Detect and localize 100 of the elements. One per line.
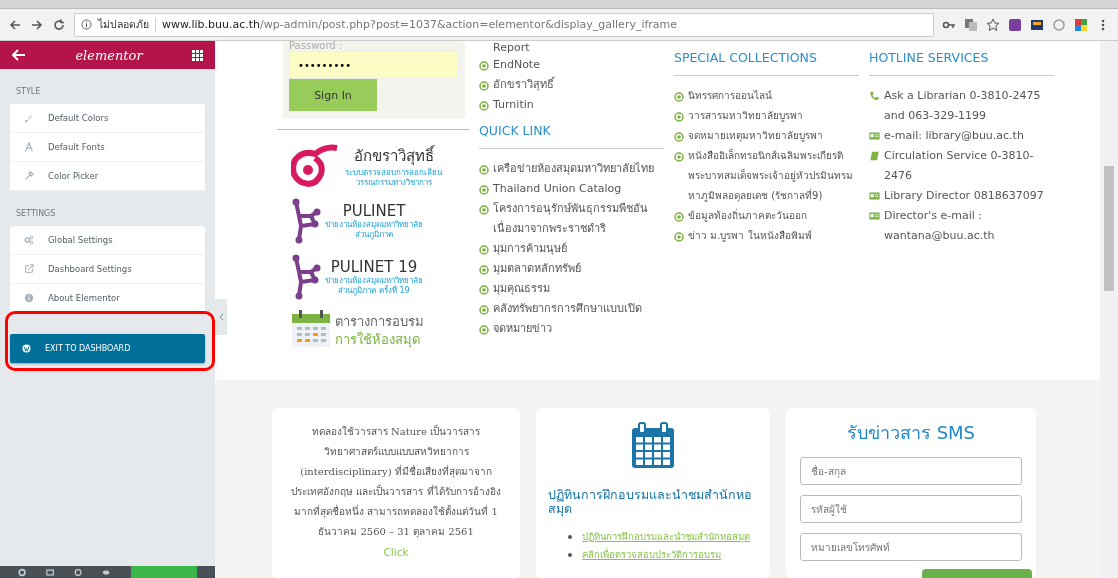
logo-subtitle: ข่ายงานห้องสมุดมหาวิทยาลัย <box>325 220 423 230</box>
circle-bullet-icon <box>479 265 489 275</box>
logo-subtitle: ข่ายงานห้องสมุดมหาวิทยาลัย <box>325 276 423 285</box>
list-link[interactable]: Turnitin <box>493 95 534 115</box>
star-icon[interactable] <box>986 17 1000 32</box>
address-bar[interactable]: ไม่ปลอดภัย www.lib.buu.ac.th/wp-admin/post.php?post=1037&action=elementor&display_gallery_iframe <box>74 12 934 37</box>
info-icon <box>81 19 92 30</box>
list-link[interactable]: ข่าว ม.บูรพา ในหนังสือพิมพ์ <box>688 226 812 246</box>
layers-icon[interactable] <box>46 567 55 577</box>
list-link[interactable]: Report <box>479 41 664 55</box>
logo-title[interactable]: อักขราวิสุทธิ์ <box>353 144 434 168</box>
info-icon <box>24 293 34 303</box>
font-icon <box>24 142 34 152</box>
logo-subtitle: ระบบตรวจสอบการลอกเลียน <box>345 168 442 178</box>
list-link[interactable]: วารสารมหาวิทยาลัยบูรพา <box>688 106 803 126</box>
reload-icon[interactable] <box>52 17 66 32</box>
external-link-icon <box>24 264 34 274</box>
list-link[interactable]: หนังสืออิเล็กทรอนิกส์เฉลิมพระเกียรติพระบาทสมเด็จพระเจ้าอยู่หัวปรมินทรมหาภูมิพลอดุลยเดช (รัชกาลที่9) <box>688 146 859 206</box>
menu-item[interactable]: Dashboard Settings <box>10 255 205 284</box>
logo-subtitle: ส่วนภูมิภาค <box>355 230 393 240</box>
brush-icon <box>24 113 34 123</box>
circle-bullet-icon <box>479 305 489 315</box>
list-link[interactable]: เครือข่ายห้องสมุดมหาวิทยาลัยไทย <box>493 159 654 179</box>
gears-icon <box>24 235 34 245</box>
list-link[interactable]: EndNote <box>493 55 540 75</box>
contact-text: Circulation Service 0-3810-2476 <box>884 148 1035 184</box>
url-text: www.lib.buu.ac.th/wp-admin/post.php?post=1037&action=elementor&display_gallery_iframe <box>162 18 678 31</box>
id-card-icon <box>869 191 880 201</box>
menu-item[interactable]: Default Colors <box>10 104 205 133</box>
list-link[interactable]: มุมคุณธรรม <box>493 279 550 299</box>
circle-bullet-icon <box>479 81 489 91</box>
circle-bullet-icon <box>479 245 489 255</box>
list-link[interactable]: อักขราวิสุทธิ์ <box>493 75 554 95</box>
history-icon[interactable] <box>74 567 83 577</box>
logo-title[interactable]: ตารางการอบรม <box>335 310 424 332</box>
circle-bullet-icon <box>674 212 684 222</box>
logo-subtitle: การใช้ห้องสมุด <box>335 331 420 348</box>
password-label: Password : <box>289 41 344 51</box>
circle-bullet-icon <box>674 132 684 142</box>
circle-bullet-icon <box>674 232 684 242</box>
calendar-icon <box>630 422 676 470</box>
collapse-handle[interactable] <box>215 299 227 335</box>
menu-item[interactable]: Color Picker <box>10 162 205 191</box>
wordpress-icon <box>22 344 31 353</box>
list-link[interactable]: มุมการค้ามนุษย์ <box>493 239 567 259</box>
list-link[interactable]: โครงการอนุรักษ์พันธุกรรมพืชอันเนื่องมาจากพระราชดำริ <box>493 199 664 239</box>
extension-icon[interactable] <box>1008 17 1022 32</box>
contact-text: e-mail: library@buu.ac.th <box>884 128 1024 144</box>
network-logo-icon <box>291 254 321 300</box>
list-link[interactable]: คลังทรัพยากรการศึกษาแบบเปิด <box>493 299 642 319</box>
circle-bullet-icon <box>479 165 489 175</box>
input-field[interactable]: รหัสผู้ใช้ <box>800 495 1022 523</box>
back-arrow-icon[interactable] <box>12 49 26 61</box>
logo-title[interactable]: PULINET <box>342 202 406 220</box>
section-heading: HOTLINE SERVICES <box>869 41 1054 76</box>
menu-item[interactable]: Global Settings <box>10 226 205 255</box>
logo-subtitle: วรรณกรรมทางวิชาการ <box>355 178 432 188</box>
translate-icon[interactable] <box>964 17 978 32</box>
chevron-left-icon <box>218 313 224 321</box>
list-link[interactable]: มุมตลาดหลักทรัพย์ <box>493 259 581 279</box>
sign-in-button[interactable]: Sign In <box>289 79 377 111</box>
section-heading: SPECIAL COLLECTIONS <box>674 41 859 76</box>
eyedropper-icon <box>24 171 34 181</box>
news-text: ทดลองใช้วารสาร Nature เป็นวารสารวิทยาศาสตร์แบบแบบสหวิทยาการ (interdisciplinary) ที่มีชื่อเสียงที่สุดมาจากประเทศอังกฤษ และเป็นวารสาร ที่ได้รับการอ้างอิงมากที่สุดชื่อหนึ่ง สามารถทดลองใช้ตั้งแต่วันที่ 1 ธันวาคม 2560 – 31 ตุลาคม 2561 <box>290 423 502 540</box>
section-heading: QUICK LINK <box>479 115 664 149</box>
circle-bullet-icon <box>674 92 684 102</box>
eye-icon[interactable] <box>102 567 111 577</box>
menu-item[interactable]: About Elementor <box>10 284 205 313</box>
network-logo-icon <box>291 198 321 244</box>
list-link[interactable]: จดหมายข่าว <box>493 319 552 339</box>
list-link[interactable]: จดหมายเหตุมหาวิทยาลัยบูรพา <box>688 126 823 146</box>
book-icon <box>869 151 880 161</box>
exit-to-dashboard-button[interactable]: EXIT TO DASHBOARD <box>10 334 205 363</box>
circle-bullet-icon <box>479 61 489 71</box>
gear-icon[interactable] <box>18 567 27 577</box>
section-title: SETTINGS <box>15 208 57 220</box>
list-link[interactable]: นิทรรศการออนไลน์ <box>688 86 772 106</box>
grid-icon[interactable] <box>192 49 203 61</box>
logo-title[interactable]: PULINET 19 <box>330 258 418 276</box>
list-link[interactable]: ข้อมูลท้องถิ่นภาคตะวันออก <box>688 206 807 226</box>
card-title: ปฏิทินการฝึกอบรมและนำชมสำนักหอสมุด <box>548 488 753 516</box>
calendar-logo-icon <box>291 310 331 348</box>
logo-subtitle: ส่วนภูมิภาค ครั้งที่ 19 <box>338 286 410 296</box>
back-arrow-icon[interactable] <box>8 17 22 32</box>
password-field[interactable]: ••••••••• <box>289 51 459 79</box>
extension-icon[interactable] <box>1030 17 1044 32</box>
circle-bullet-icon <box>479 325 489 335</box>
circle-bullet-icon <box>479 205 489 215</box>
security-label: ไม่ปลอดภัย <box>98 17 149 32</box>
circle-bullet-icon <box>479 185 489 195</box>
phone-icon <box>869 91 880 101</box>
list-link[interactable]: Thailand Union Catalog <box>493 179 622 199</box>
menu-item[interactable]: Default Fonts <box>10 133 205 162</box>
card-title: รับข่าวสาร SMS <box>846 421 976 445</box>
forward-arrow-icon[interactable] <box>30 17 44 32</box>
circle-bullet-icon <box>674 152 684 162</box>
input-field[interactable]: หมายเลขโทรศัพท์ <box>800 533 1022 561</box>
circle-bullet-icon <box>479 285 489 295</box>
input-field[interactable]: ชื่อ-สกุล <box>800 457 1022 485</box>
scrollbar[interactable] <box>1100 41 1118 578</box>
